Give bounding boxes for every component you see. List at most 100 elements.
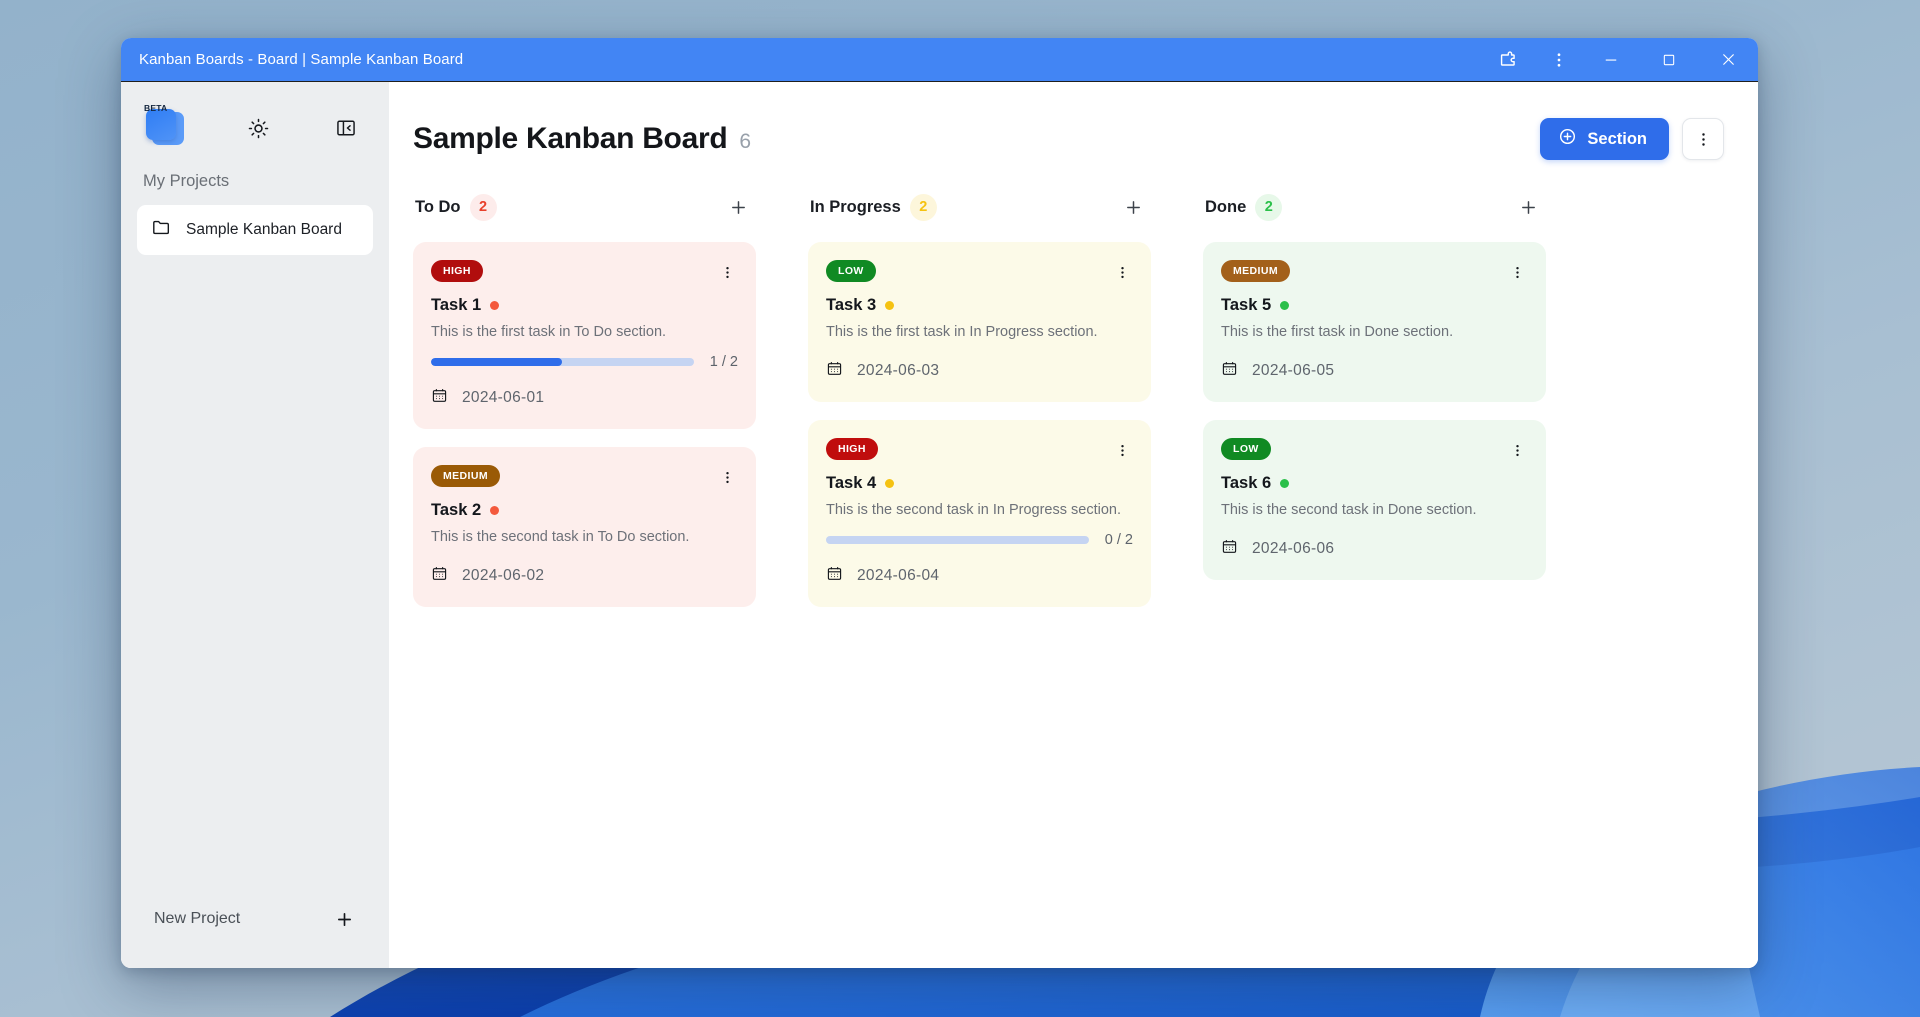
card-title-row: Task 2 xyxy=(431,501,738,520)
calendar-icon xyxy=(431,387,448,409)
progress-text: 0 / 2 xyxy=(1104,532,1133,549)
card-description: This is the first task in Done section. xyxy=(1221,324,1454,340)
status-dot xyxy=(1280,301,1290,310)
task-card[interactable]: MEDIUM Task 2 This is the second task in T… xyxy=(413,447,756,608)
column-header-left: Done 2 xyxy=(1205,193,1283,221)
column-header: In Progress 2 xyxy=(808,190,1151,224)
column-add-task-icon[interactable] xyxy=(724,193,752,221)
main-content: Sample Kanban Board 6 Section To Do 2 HI… xyxy=(389,82,1758,968)
card-title: Task 3 xyxy=(826,296,877,314)
task-card[interactable]: MEDIUM Task 5 This is the first task in Do… xyxy=(1203,242,1546,403)
priority-badge: MEDIUM xyxy=(1221,260,1290,282)
card-top-row: MEDIUM xyxy=(431,465,738,489)
card-date-row: 2024-06-06 xyxy=(1221,538,1528,560)
sidebar-footer: New Project xyxy=(137,904,373,968)
card-date-row: 2024-06-02 xyxy=(431,565,738,587)
calendar-icon xyxy=(826,565,843,587)
kanban-column-in-progress: In Progress 2 LOW Task 3 This is the first t… xyxy=(808,190,1151,608)
column-header: Done 2 xyxy=(1203,190,1546,224)
card-progress: 1 / 2 xyxy=(431,354,738,370)
logo-front-layer xyxy=(146,109,176,140)
column-count-badge: 2 xyxy=(909,193,937,221)
extensions-icon[interactable] xyxy=(1478,38,1536,82)
column-add-task-icon[interactable] xyxy=(1119,193,1147,221)
task-card[interactable]: HIGH Task 4 This is the second task in In … xyxy=(808,420,1151,608)
status-dot xyxy=(885,301,895,310)
card-date-row: 2024-06-05 xyxy=(1221,360,1528,382)
card-due-date: 2024-06-04 xyxy=(857,567,940,585)
sidebar-toolbar: BETA xyxy=(137,96,373,154)
status-dot xyxy=(1280,479,1290,489)
window-menu-icon[interactable] xyxy=(1536,38,1582,82)
card-due-date: 2024-06-02 xyxy=(462,567,545,585)
desktop-background: Kanban Boards - Board | Sample Kanban Bo… xyxy=(0,0,1920,1017)
card-top-row: HIGH xyxy=(431,260,738,284)
column-card-list: LOW Task 3 This is the first task in In Pr… xyxy=(808,242,1151,608)
card-description: This is the second task in Done section. xyxy=(1221,502,1477,519)
app-logo[interactable]: BETA xyxy=(143,103,187,149)
card-title: Task 1 xyxy=(431,296,482,314)
progress-text: 1 / 2 xyxy=(709,354,738,371)
close-icon[interactable] xyxy=(1698,38,1758,82)
app-window: Kanban Boards - Board | Sample Kanban Bo… xyxy=(121,38,1758,968)
window-titlebar: Kanban Boards - Board | Sample Kanban Bo… xyxy=(121,38,1758,82)
sidebar-item-sample-kanban-board[interactable]: Sample Kanban Board xyxy=(137,205,373,255)
card-title: Task 5 xyxy=(1221,296,1272,314)
progress-fill xyxy=(431,358,563,367)
column-card-list: HIGH Task 1 This is the first task in To D… xyxy=(413,242,756,608)
card-menu-icon[interactable] xyxy=(716,465,738,489)
calendar-icon xyxy=(1221,538,1238,560)
card-menu-icon[interactable] xyxy=(1111,438,1133,462)
card-title-row: Task 3 xyxy=(826,296,1133,315)
progress-track xyxy=(431,358,694,367)
new-project-plus-icon[interactable] xyxy=(329,904,359,934)
column-header-left: To Do 2 xyxy=(415,193,497,221)
priority-badge: LOW xyxy=(1221,438,1271,461)
sidebar-item-label: Sample Kanban Board xyxy=(186,221,342,238)
board-task-count: 6 xyxy=(739,130,752,153)
card-menu-icon[interactable] xyxy=(1506,438,1528,462)
panel-collapse-icon[interactable] xyxy=(329,111,363,145)
card-menu-icon[interactable] xyxy=(1111,260,1133,284)
column-count-badge: 2 xyxy=(469,193,497,221)
more-vertical-icon xyxy=(1701,132,1705,146)
sun-icon[interactable] xyxy=(241,111,275,145)
card-date-row: 2024-06-03 xyxy=(826,360,1133,382)
card-menu-icon[interactable] xyxy=(1506,260,1528,284)
kanban-column-done: Done 2 MEDIUM Task 5 This is the first task … xyxy=(1203,190,1546,607)
window-title: Kanban Boards - Board | Sample Kanban Bo… xyxy=(139,51,464,68)
column-count-badge: 2 xyxy=(1255,193,1283,221)
status-dot xyxy=(885,479,895,489)
add-section-button[interactable]: Section xyxy=(1540,118,1669,160)
column-add-task-icon[interactable] xyxy=(1514,193,1542,221)
maximize-icon[interactable] xyxy=(1640,38,1698,82)
card-title: Task 6 xyxy=(1221,474,1272,493)
card-description: This is the first task in In Progress se… xyxy=(826,324,1098,340)
kanban-column-to-do: To Do 2 HIGH Task 1 This is the first task i… xyxy=(413,190,756,608)
card-due-date: 2024-06-03 xyxy=(857,362,940,380)
card-date-row: 2024-06-01 xyxy=(431,387,738,409)
card-menu-icon[interactable] xyxy=(716,260,738,284)
new-project-label[interactable]: New Project xyxy=(154,910,240,928)
task-card[interactable]: LOW Task 6 This is the second task in Done… xyxy=(1203,420,1546,581)
card-title-row: Task 1 xyxy=(431,296,738,315)
minimize-icon[interactable] xyxy=(1582,38,1640,82)
column-card-list: MEDIUM Task 5 This is the first task in Do… xyxy=(1203,242,1546,581)
card-description: This is the first task in To Do section. xyxy=(431,324,667,340)
progress-track xyxy=(826,536,1089,545)
column-title: To Do xyxy=(415,197,461,216)
card-title: Task 4 xyxy=(826,474,877,493)
card-title-row: Task 4 xyxy=(826,474,1133,493)
add-section-label: Section xyxy=(1587,129,1647,148)
calendar-icon xyxy=(1221,360,1238,382)
status-dot xyxy=(490,506,500,516)
task-card[interactable]: LOW Task 3 This is the first task in In Pr… xyxy=(808,242,1151,403)
board-menu-button[interactable] xyxy=(1682,118,1724,160)
task-card[interactable]: HIGH Task 1 This is the first task in To D… xyxy=(413,242,756,430)
card-top-row: MEDIUM xyxy=(1221,260,1528,284)
card-due-date: 2024-06-05 xyxy=(1252,362,1335,380)
calendar-icon xyxy=(431,565,448,587)
card-title-row: Task 6 xyxy=(1221,474,1528,493)
card-progress: 0 / 2 xyxy=(826,532,1133,548)
priority-badge: MEDIUM xyxy=(431,465,500,488)
